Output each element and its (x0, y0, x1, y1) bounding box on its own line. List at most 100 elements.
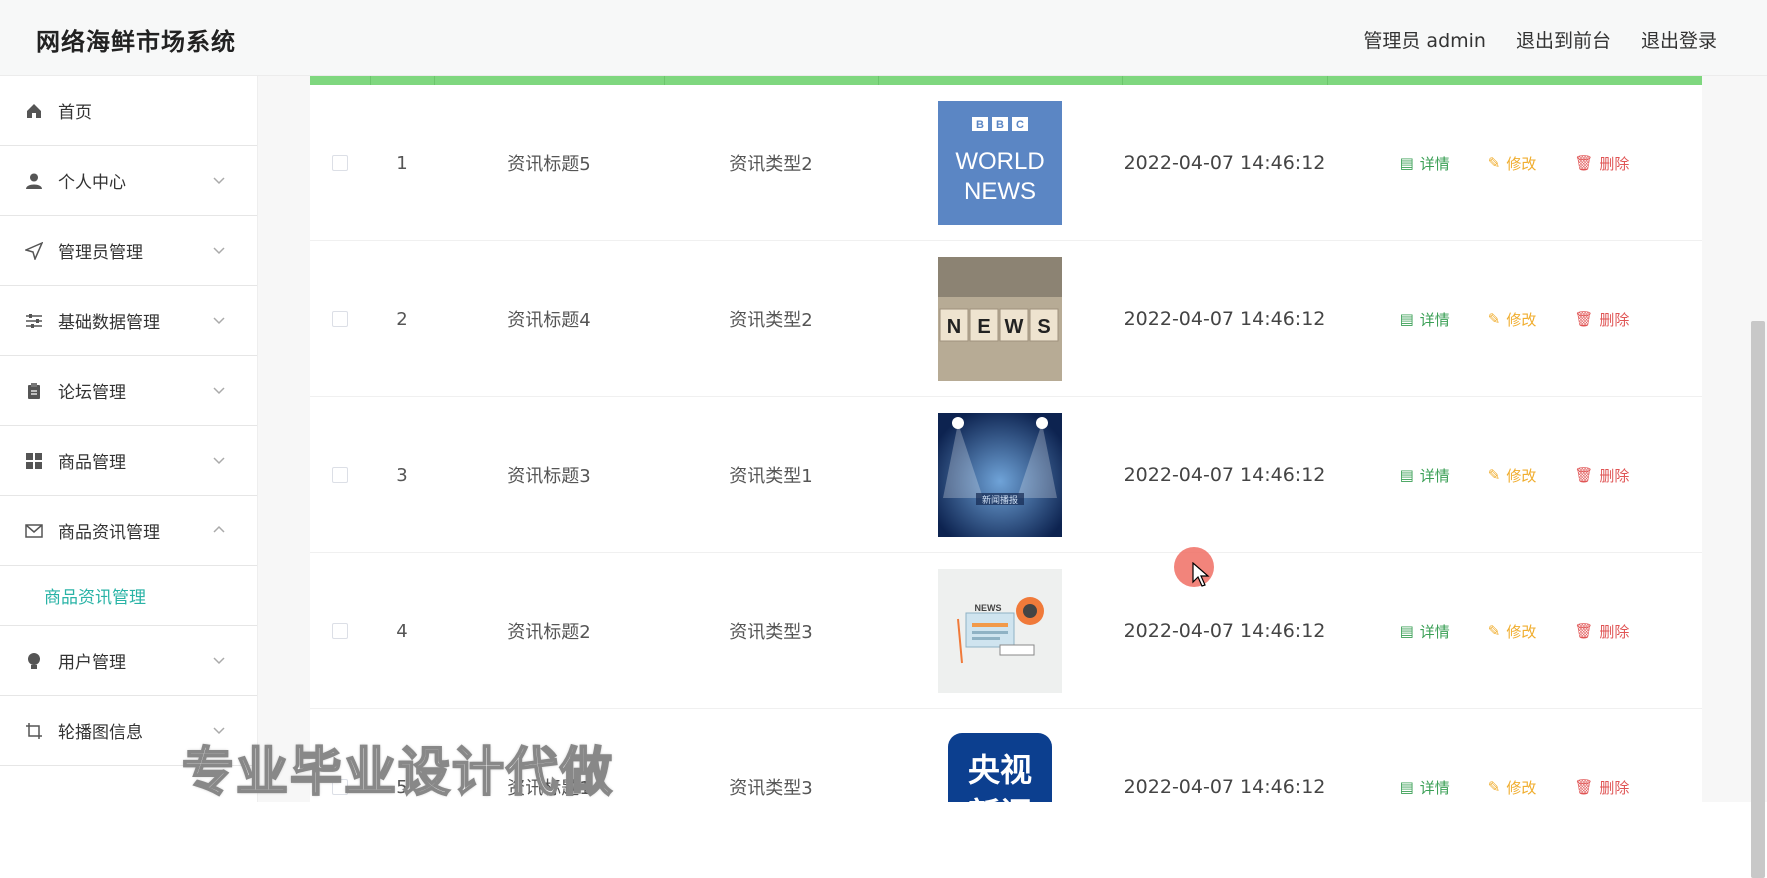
table-row: 2 资讯标题4 资讯类型2 N E W S 2022-04-07 14:46:1… (310, 241, 1702, 397)
svg-text:NEWS: NEWS (975, 603, 1002, 613)
detail-icon: ▤ (1399, 778, 1414, 796)
sidebar-item-label: 论坛管理 (58, 383, 126, 403)
detail-icon: ▤ (1399, 622, 1414, 640)
sidebar-item-label: 轮播图信息 (58, 723, 143, 743)
row-time: 2022-04-07 14:46:12 (1123, 464, 1326, 486)
edit-button[interactable]: ✎ 修改 (1488, 153, 1537, 174)
news-thumbnail-image: 央视 新闻 (948, 733, 1052, 802)
crop-icon (24, 721, 44, 741)
detail-button[interactable]: ▤ 详情 (1400, 777, 1450, 798)
svg-text:B: B (976, 119, 984, 131)
detail-icon: ▤ (1399, 310, 1414, 328)
logout-link[interactable]: 退出登录 (1641, 26, 1717, 53)
row-type: 资讯类型2 (729, 154, 813, 175)
svg-text:C: C (1016, 119, 1024, 131)
sidebar: 首页 个人中心 管理员管理 基础数据管理 论坛管理 商品管理 商品资讯管理 商品… (0, 76, 258, 802)
top-bar: 网络海鲜市场系统 管理员 admin 退出到前台 退出登录 (0, 0, 1767, 76)
detail-button[interactable]: ▤ 详情 (1400, 153, 1450, 174)
news-thumbnail-image: B B C WORLD NEWS (938, 101, 1062, 225)
grid-icon (24, 451, 44, 471)
row-index: 4 (396, 620, 408, 642)
row-index: 1 (396, 152, 408, 174)
row-type: 资讯类型3 (729, 778, 813, 799)
mail-icon (24, 521, 44, 541)
sidebar-item-label: 首页 (58, 103, 92, 123)
send-icon (24, 241, 44, 261)
sidebar-item-admin-manage[interactable]: 管理员管理 (0, 216, 257, 286)
sidebar-item-user-manage[interactable]: 用户管理 (0, 626, 257, 696)
news-thumbnail-image: N E W S (938, 257, 1062, 381)
vertical-scrollbar[interactable] (1751, 321, 1765, 878)
delete-button[interactable]: 🗑 删除 (1574, 153, 1629, 174)
mouse-cursor-icon (1192, 562, 1210, 587)
edit-button[interactable]: ✎ 修改 (1488, 465, 1537, 486)
news-thumbnail-image: NEWS (938, 569, 1062, 693)
news-table: 1 资讯标题5 资讯类型2 B B C WORLD NEWS 2022-04-0… (310, 76, 1702, 802)
admin-user-label: 管理员 admin (1363, 30, 1486, 52)
sidebar-item-home[interactable]: 首页 (0, 76, 257, 146)
svg-text:E: E (977, 316, 990, 338)
edit-button[interactable]: ✎ 修改 (1488, 621, 1537, 642)
row-checkbox[interactable] (332, 623, 348, 639)
delete-button[interactable]: 🗑 删除 (1574, 777, 1629, 798)
chevron-down-icon (213, 177, 225, 185)
delete-button[interactable]: 🗑 删除 (1574, 621, 1629, 642)
detail-button[interactable]: ▤ 详情 (1400, 309, 1450, 330)
table-row: 3 资讯标题3 资讯类型1 新闻播报 2022-04-07 14:46:12 ▤… (310, 397, 1702, 553)
sidebar-item-base-data[interactable]: 基础数据管理 (0, 286, 257, 356)
svg-text:新闻: 新闻 (968, 795, 1032, 802)
app-title: 网络海鲜市场系统 (36, 28, 236, 56)
svg-text:央视: 央视 (968, 751, 1032, 789)
sidebar-item-goods[interactable]: 商品管理 (0, 426, 257, 496)
news-thumbnail-image: 新闻播报 (938, 413, 1062, 537)
main-content: 1 资讯标题5 资讯类型2 B B C WORLD NEWS 2022-04-0… (258, 76, 1767, 878)
row-checkbox[interactable] (332, 311, 348, 327)
sidebar-item-goods-news[interactable]: 商品资讯管理 (0, 496, 257, 566)
bulb-icon (24, 651, 44, 671)
edit-icon: ✎ (1487, 466, 1501, 484)
delete-button[interactable]: 🗑 删除 (1574, 465, 1629, 486)
clipboard-icon (24, 381, 44, 401)
row-title: 资讯标题4 (507, 310, 591, 331)
row-checkbox[interactable] (332, 155, 348, 171)
row-time: 2022-04-07 14:46:12 (1123, 776, 1326, 798)
row-time: 2022-04-07 14:46:12 (1123, 620, 1326, 642)
edit-button[interactable]: ✎ 修改 (1488, 777, 1537, 798)
user-icon (24, 171, 44, 191)
table-row: 1 资讯标题5 资讯类型2 B B C WORLD NEWS 2022-04-0… (310, 85, 1702, 241)
chevron-down-icon (213, 317, 225, 325)
home-icon (24, 101, 44, 121)
edit-icon: ✎ (1487, 622, 1501, 640)
svg-text:新闻播报: 新闻播报 (982, 494, 1018, 506)
edit-icon: ✎ (1487, 778, 1501, 796)
chevron-down-icon (213, 387, 225, 395)
edit-icon: ✎ (1487, 154, 1501, 172)
row-checkbox[interactable] (332, 467, 348, 483)
edit-button[interactable]: ✎ 修改 (1488, 309, 1537, 330)
sidebar-item-label: 个人中心 (58, 173, 126, 193)
top-actions: 管理员 admin 退出到前台 退出登录 (1363, 26, 1717, 53)
trash-icon: 🗑 (1574, 154, 1594, 172)
detail-button[interactable]: ▤ 详情 (1400, 621, 1450, 642)
chevron-down-icon (213, 657, 225, 665)
row-title: 资讯标题2 (507, 622, 591, 643)
sidebar-item-personal-center[interactable]: 个人中心 (0, 146, 257, 216)
trash-icon: 🗑 (1574, 622, 1594, 640)
detail-icon: ▤ (1399, 154, 1414, 172)
delete-button[interactable]: 🗑 删除 (1574, 309, 1629, 330)
row-type: 资讯类型1 (729, 466, 813, 487)
sidebar-subitem-goods-news-manage[interactable]: 商品资讯管理 (0, 566, 257, 626)
sidebar-item-forum[interactable]: 论坛管理 (0, 356, 257, 426)
detail-button[interactable]: ▤ 详情 (1400, 465, 1450, 486)
svg-text:B: B (996, 119, 1004, 131)
svg-text:NEWS: NEWS (964, 178, 1036, 205)
back-to-front-link[interactable]: 退出到前台 (1516, 26, 1611, 53)
sliders-icon (24, 311, 44, 331)
sidebar-item-label: 商品资讯管理 (58, 523, 160, 543)
table-header-strip (310, 76, 1702, 85)
chevron-down-icon (213, 247, 225, 255)
trash-icon: 🗑 (1574, 778, 1594, 796)
svg-text:N: N (947, 316, 961, 338)
sidebar-item-label: 用户管理 (58, 653, 126, 673)
detail-icon: ▤ (1399, 466, 1414, 484)
